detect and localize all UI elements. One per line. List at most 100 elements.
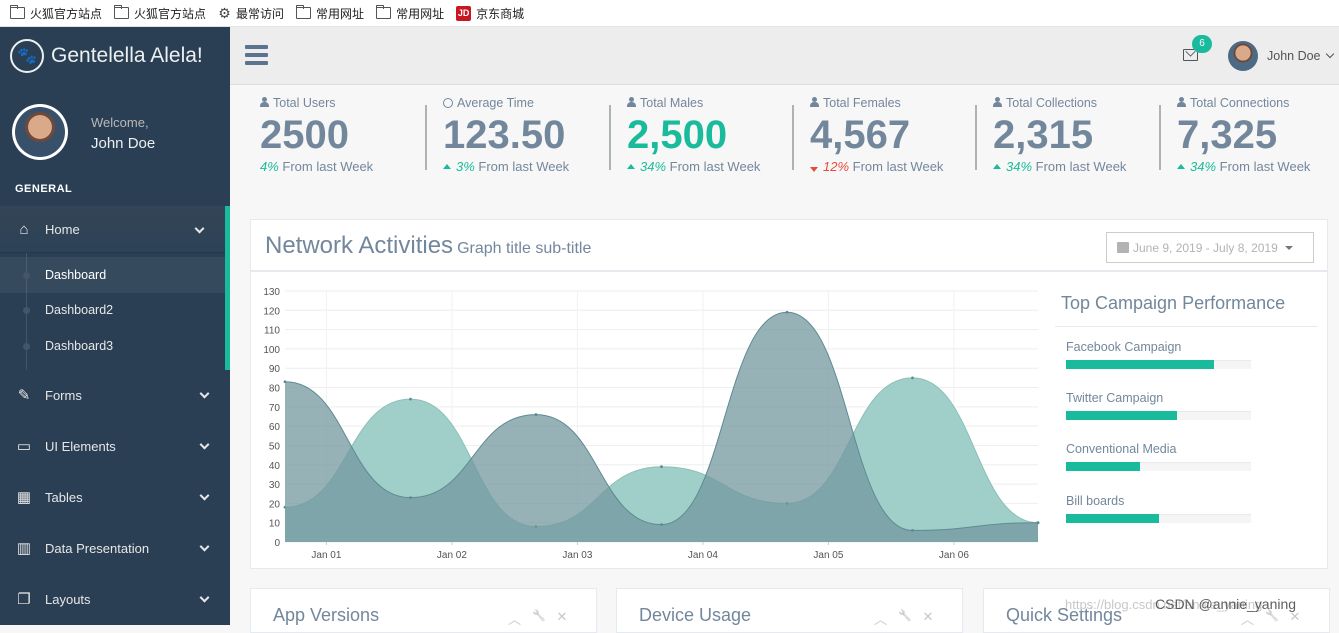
collapse-icon[interactable]: ︿ (508, 609, 521, 628)
y-tick-label: 110 (264, 326, 280, 337)
bookmarks-bar: 火狐官方站点 火狐官方站点 ⚙ 最常访问 常用网址 常用网址 JD 京东商城 (0, 0, 1339, 27)
chevron-down-icon (199, 592, 210, 603)
sidebar-item-ui-elements[interactable]: ▭ UI Elements (0, 421, 230, 472)
y-tick-label: 60 (269, 422, 281, 433)
close-icon[interactable]: ✕ (556, 609, 568, 628)
data-point (911, 376, 914, 380)
sidebar-item-label: Layouts (45, 591, 91, 607)
arrow-down-icon (810, 167, 818, 172)
bookmark-label: 京东商城 (476, 6, 525, 21)
panel-title: Network Activities Graph title sub-title (265, 232, 591, 260)
brand[interactable]: 🐾 Gentelella Alela! (0, 27, 230, 85)
mail-count-badge: 6 (1192, 35, 1212, 53)
campaign-title: Top Campaign Performance (1061, 293, 1286, 313)
divider (609, 105, 611, 170)
x-tick-label: Jan 05 (813, 550, 843, 561)
bookmark-item[interactable]: ⚙ 最常访问 (218, 5, 284, 22)
stat-label-text: Total Females (823, 96, 901, 110)
divider (792, 105, 794, 170)
sidebar-subitem-dashboard[interactable]: Dashboard (0, 257, 225, 293)
y-tick-label: 20 (269, 499, 281, 510)
y-tick-label: 130 (263, 287, 280, 298)
y-tick-label: 120 (263, 306, 280, 317)
stat-label-text: Total Users (273, 96, 336, 110)
close-icon[interactable]: ✕ (922, 609, 934, 628)
bookmark-label: 常用网址 (396, 6, 445, 21)
y-tick-label: 50 (269, 441, 281, 452)
folder-icon (296, 5, 312, 19)
campaign-label: Conventional Media (1066, 442, 1177, 456)
x-tick-label: Jan 04 (688, 550, 718, 561)
data-point (534, 413, 538, 416)
date-range-picker[interactable]: June 9, 2019 - July 8, 2019 (1106, 232, 1314, 263)
panel-title-text: Network Activities (265, 232, 454, 259)
chevron-down-icon[interactable] (1325, 49, 1335, 59)
sidebar-item-layouts[interactable]: ❐ Layouts (0, 574, 230, 625)
tile-stat: Total Connections 7,325 34% From last Week (1147, 96, 1310, 174)
chevron-down-icon (199, 388, 210, 399)
stat-change: 34% From last Week (993, 159, 1126, 174)
stat-value: 4,567 (810, 113, 911, 157)
bookmark-item[interactable]: 常用网址 (376, 5, 444, 22)
divider (1055, 326, 1318, 327)
sidebar-subitem-dashboard2[interactable]: Dashboard2 (0, 293, 225, 329)
bookmark-item[interactable]: 火狐官方站点 (114, 5, 206, 22)
stat-label: Total Females (810, 96, 943, 110)
campaign-label: Twitter Campaign (1066, 391, 1164, 405)
user-avatar[interactable] (1228, 41, 1258, 71)
arrow-up-icon (443, 164, 451, 169)
x-tick-label: Jan 02 (437, 550, 467, 561)
calendar-icon (1117, 242, 1129, 253)
watermark: CSDN @annie_yaning (1155, 596, 1297, 612)
stat-change-percent: 34% (640, 159, 667, 174)
tile-stats-row: Total Users 2500 4% From last Week Average … (230, 85, 1339, 195)
sidebar-item-forms[interactable]: ✎ Forms (0, 370, 230, 421)
panel-device-usage: Device Usage ︿ 🔧 ✕ (616, 588, 963, 633)
sidebar-item-data-presentation[interactable]: ▥ Data Presentation (0, 523, 230, 574)
clock-icon (443, 98, 453, 108)
y-tick-label: 10 (269, 519, 281, 530)
data-point (283, 380, 287, 384)
stat-change-suffix: From last Week (849, 159, 944, 174)
stat-label: Total Users (260, 96, 373, 110)
stat-label-text: Total Collections (1006, 96, 1098, 110)
y-tick-label: 100 (263, 345, 280, 356)
wrench-icon[interactable]: 🔧 (898, 609, 912, 628)
stat-change-suffix: From last Week (1032, 159, 1127, 174)
stat-value: 7,325 (1177, 113, 1278, 157)
stat-change-percent: 34% (1006, 159, 1033, 174)
stat-change-suffix: From last Week (278, 159, 374, 174)
stat-label-text: Total Males (640, 96, 704, 110)
stat-change: 12% From last Week (810, 159, 943, 174)
stat-value: 2,315 (993, 113, 1094, 157)
divider (975, 105, 977, 170)
wrench-icon[interactable]: 🔧 (532, 609, 546, 628)
sidebar-item-home[interactable]: ⌂ Home (0, 206, 230, 253)
sidebar-subitem-dashboard3[interactable]: Dashboard3 (0, 328, 225, 364)
sidebar-item-label: UI Elements (45, 438, 116, 454)
folder-icon (114, 5, 130, 19)
table-icon: ▦ (16, 489, 32, 506)
arrow-up-icon (1177, 164, 1185, 169)
brand-title: Gentelella Alela! (51, 44, 203, 67)
desktop-icon: ▭ (16, 438, 32, 455)
divider (251, 270, 1327, 272)
network-activities-panel: Network Activities Graph title sub-title … (250, 219, 1328, 569)
stat-label: Average Time (443, 96, 569, 110)
bookmark-item[interactable]: JD 京东商城 (456, 5, 524, 22)
tile-stat: Total Females 4,567 12% From last Week (780, 96, 943, 174)
menu-section-title: GENERAL (15, 183, 73, 195)
date-range-text: June 9, 2019 - July 8, 2019 (1133, 240, 1278, 255)
user-menu-name[interactable]: John Doe (1267, 49, 1321, 63)
bookmark-item[interactable]: 火狐官方站点 (10, 5, 102, 22)
tile-stat: Total Males 2,500 34% From last Week (597, 96, 760, 174)
bookmark-item[interactable]: 常用网址 (296, 5, 364, 22)
collapse-icon[interactable]: ︿ (874, 609, 887, 628)
progress-fill (1066, 514, 1159, 523)
bookmark-label: 最常访问 (236, 6, 285, 21)
progress-fill (1066, 411, 1177, 420)
menu-toggle-icon[interactable] (245, 45, 268, 65)
bar-chart-icon: ▥ (16, 540, 32, 557)
sidebar-item-tables[interactable]: ▦ Tables (0, 472, 230, 523)
tile-stat: Total Collections 2,315 34% From last Week (963, 96, 1126, 174)
